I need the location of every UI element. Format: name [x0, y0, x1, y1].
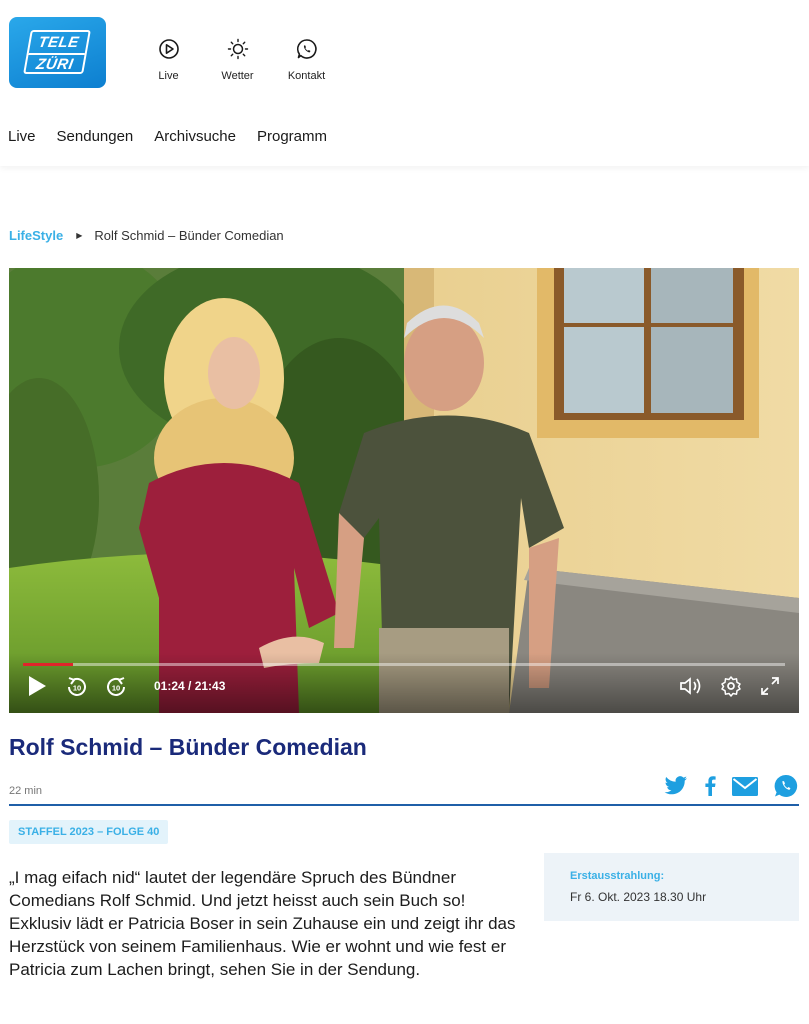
quicknav-kontakt[interactable]: Kontakt [272, 38, 341, 82]
first-air-date: Fr 6. Okt. 2023 18.30 Uhr [570, 890, 707, 904]
mail-icon [732, 776, 758, 796]
season-episode-badge: STAFFEL 2023 – FOLGE 40 [9, 820, 169, 844]
volume-button[interactable] [679, 675, 705, 702]
quicknav-live-label: Live [158, 70, 179, 82]
logo-line-2: ZÜRI [25, 53, 85, 73]
settings-icon [721, 676, 741, 697]
svg-text:10: 10 [73, 684, 81, 693]
logo-line-1: TELE [37, 34, 81, 51]
whatsapp-icon [774, 774, 798, 797]
sun-icon [227, 38, 248, 60]
breadcrumb-current: Rolf Schmid – Bünder Comedian [94, 228, 284, 243]
nav-sendungen[interactable]: Sendungen [57, 128, 134, 145]
nav-live[interactable]: Live [8, 128, 36, 145]
play-icon [29, 676, 46, 696]
nav-archivsuche[interactable]: Archivsuche [154, 128, 236, 145]
video-controls: 10 10 01:24 / 21:43 [9, 653, 799, 713]
volume-icon [680, 677, 701, 695]
title-divider [9, 804, 799, 806]
settings-button[interactable] [720, 675, 742, 702]
quicknav-wetter-label: Wetter [221, 70, 254, 82]
share-mail-button[interactable] [732, 776, 758, 801]
breadcrumb: LifeStyle ▶ Rolf Schmid – Bünder Comedia… [9, 228, 284, 243]
whatsapp-icon [296, 39, 317, 59]
play-circle-icon [158, 39, 179, 59]
forward-10-icon: 10 [107, 677, 125, 696]
video-frame-image [9, 268, 799, 713]
episode-description: „I mag eifach nid“ lautet der legendäre … [9, 868, 516, 979]
fullscreen-icon [761, 677, 779, 695]
first-air-label: Erstausstrahlung: [570, 870, 665, 882]
top-quick-nav: Live Wetter Kontakt [134, 38, 341, 82]
logo-wordmark: TELE ZÜRI [23, 30, 91, 74]
quicknav-live[interactable]: Live [134, 38, 203, 82]
progress-fill [23, 663, 73, 666]
rewind-10-icon: 10 [68, 677, 86, 696]
nav-programm[interactable]: Programm [257, 128, 327, 145]
fullscreen-button[interactable] [759, 675, 781, 702]
breadcrumb-parent-link[interactable]: LifeStyle [9, 228, 63, 243]
main-navigation: Live Sendungen Archivsuche Programm [8, 128, 348, 145]
forward-10-button[interactable]: 10 [104, 675, 128, 704]
progress-track[interactable] [23, 663, 785, 666]
rewind-10-button[interactable]: 10 [65, 675, 89, 704]
video-player[interactable]: 10 10 01:24 / 21:43 [9, 268, 799, 713]
svg-text:10: 10 [112, 684, 120, 693]
share-whatsapp-button[interactable] [774, 774, 798, 803]
episode-title: Rolf Schmid – Bünder Comedian [9, 734, 367, 760]
breadcrumb-separator-icon: ▶ [76, 231, 83, 240]
share-bar [648, 774, 798, 803]
quicknav-wetter[interactable]: Wetter [203, 38, 272, 82]
site-header: TELE ZÜRI Live Wetter Kontakt Live Sendu… [0, 0, 809, 166]
facebook-icon [705, 776, 716, 796]
quicknav-kontakt-label: Kontakt [287, 70, 326, 82]
video-time-display: 01:24 / 21:43 [154, 679, 226, 693]
telezueri-logo[interactable]: TELE ZÜRI [9, 17, 106, 88]
play-button[interactable] [27, 675, 47, 702]
share-facebook-button[interactable] [704, 776, 716, 801]
episode-duration: 22 min [9, 785, 43, 797]
twitter-icon [664, 776, 687, 795]
share-twitter-button[interactable] [664, 776, 688, 801]
first-air-box: Erstausstrahlung: Fr 6. Okt. 2023 18.30 … [544, 853, 799, 921]
